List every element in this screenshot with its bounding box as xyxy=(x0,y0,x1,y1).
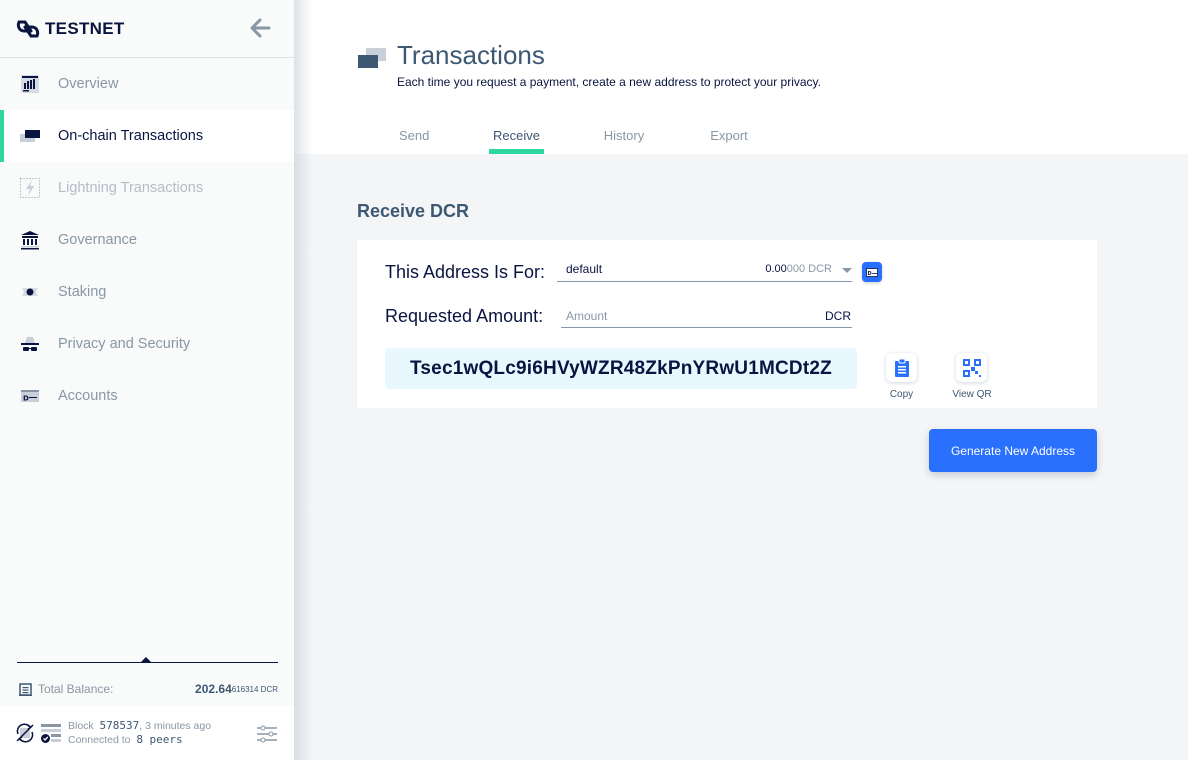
generate-new-address-button[interactable]: Generate New Address xyxy=(929,429,1097,472)
block-status: Block 578537, 3 minutes ago xyxy=(68,719,212,732)
clipboard-icon xyxy=(894,358,909,377)
sidebar-item-label: Accounts xyxy=(58,388,118,404)
sidebar-header: TESTNET xyxy=(0,0,294,58)
tab-export[interactable]: Export xyxy=(708,128,750,154)
active-tab-indicator xyxy=(489,149,544,154)
network-status: Block 578537, 3 minutes ago Connected to… xyxy=(0,706,294,760)
view-qr-button[interactable] xyxy=(956,353,987,382)
selected-account-balance: 0.00000 DCR xyxy=(765,263,832,275)
section-title: Receive DCR xyxy=(357,201,470,221)
copy-label: Copy xyxy=(889,389,914,400)
svg-text:D: D xyxy=(23,395,29,403)
amount-unit: DCR xyxy=(825,309,851,323)
ledger-icon xyxy=(19,682,32,696)
sidebar-item-label: Privacy and Security xyxy=(58,336,191,352)
view-qr-label: View QR xyxy=(952,389,992,400)
sidebar-item-on-chain-transactions[interactable]: On-chain Transactions xyxy=(0,110,294,162)
total-balance-label: Total Balance: xyxy=(38,682,114,696)
selected-account-name: default xyxy=(566,262,603,276)
block-number: 578537 xyxy=(99,719,140,732)
page-subtitle: Each time you request a payment, create … xyxy=(397,75,821,89)
sidebar-item-label: On-chain Transactions xyxy=(58,128,204,144)
network-label: TESTNET xyxy=(45,18,125,38)
account-card-icon: D xyxy=(866,267,878,277)
sidebar-item-lightning-transactions[interactable]: Lightning Transactions xyxy=(0,162,294,214)
sidebar-item-privacy-and-security[interactable]: Privacy and Security xyxy=(0,318,294,370)
qr-code-icon xyxy=(962,358,981,377)
receive-card: This Address Is For: default 0.00000 DCR… xyxy=(357,240,1097,408)
page-title: Transactions xyxy=(397,40,545,70)
overview-icon xyxy=(20,74,40,94)
sidebar-item-accounts[interactable]: D Accounts xyxy=(0,370,294,422)
sidebar-item-label: Staking xyxy=(58,284,107,300)
chevron-down-icon xyxy=(842,268,852,273)
sync-icon xyxy=(16,723,34,743)
receive-address[interactable]: Tsec1wQLc9i6HVyWZR48ZkPnYRwU1MCDt2Z xyxy=(385,348,857,389)
sidebar-item-label: Lightning Transactions xyxy=(58,180,204,196)
privacy-icon xyxy=(20,334,40,354)
peer-count: 8 peers xyxy=(136,733,183,746)
transactions-icon xyxy=(20,126,40,146)
amount-input[interactable] xyxy=(561,306,801,326)
sidebar-item-governance[interactable]: Governance xyxy=(0,214,294,266)
total-balance-main: 202.64 xyxy=(195,682,232,696)
sidebar-item-overview[interactable]: Overview xyxy=(0,58,294,110)
sidebar-item-staking[interactable]: Staking xyxy=(0,266,294,318)
sidebar-item-label: Governance xyxy=(58,232,137,248)
staking-icon xyxy=(20,282,40,302)
peers-status: Connected to 8 peers xyxy=(68,733,183,746)
balance-toggle-caret-icon[interactable] xyxy=(141,657,151,662)
amount-field: DCR xyxy=(561,306,852,328)
tab-history[interactable]: History xyxy=(601,128,647,154)
sidebar-item-label: Overview xyxy=(58,76,119,92)
settings-sliders-icon[interactable] xyxy=(256,725,278,743)
copy-button[interactable] xyxy=(886,353,917,382)
balance-divider xyxy=(17,662,278,663)
sidebar-menu: Overview On-chain Transactions Lightning… xyxy=(0,58,294,422)
collapse-sidebar-arrow-icon[interactable] xyxy=(248,17,272,39)
page-header: Transactions Each time you request a pay… xyxy=(294,0,1188,154)
tab-send[interactable]: Send xyxy=(399,128,429,154)
blockchain-synced-icon xyxy=(41,724,61,743)
transactions-title-icon xyxy=(358,48,386,68)
governance-icon xyxy=(20,230,40,250)
requested-amount-label: Requested Amount: xyxy=(385,306,544,326)
sidebar: TESTNET Overview On-chain Transactions L… xyxy=(0,0,294,760)
block-age: , 3 minutes ago xyxy=(139,720,212,732)
lightning-icon xyxy=(20,178,40,198)
address-for-label: This Address Is For: xyxy=(385,262,546,282)
decred-logo-icon xyxy=(16,20,40,37)
accounts-button[interactable]: D xyxy=(862,262,882,282)
svg-text:D: D xyxy=(868,271,872,277)
account-select[interactable]: default 0.00000 DCR xyxy=(557,259,852,282)
total-balance-decimals: 616314 DCR xyxy=(231,684,278,694)
transaction-tabs: Send Receive History Export xyxy=(294,124,1188,154)
total-balance: Total Balance: 202.64 616314 DCR xyxy=(0,672,294,706)
accounts-icon: D xyxy=(20,386,40,406)
